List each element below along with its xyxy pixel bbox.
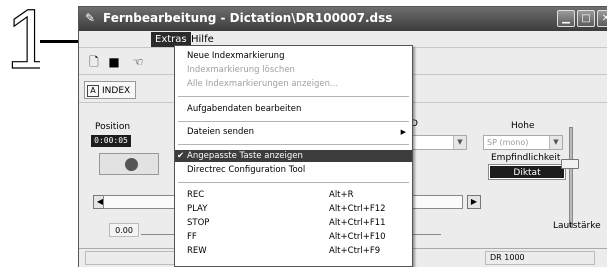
step-number: 1	[5, 2, 40, 76]
close-icon[interactable]: ✕	[597, 10, 607, 27]
volume-slider-handle[interactable]	[561, 159, 579, 169]
pencil-icon: ✎	[85, 11, 96, 25]
menu-item-rew[interactable]: REW Alt+Ctrl+F9	[175, 245, 412, 257]
empfindlichkeit-label: Empfindlichkeit	[491, 153, 561, 163]
menu-separator	[178, 121, 409, 122]
menu-item-directrec-config[interactable]: Directrec Configuration Tool	[175, 164, 412, 176]
hohe-select[interactable]: SP (mono) ▼	[483, 135, 563, 150]
menu-item-ff[interactable]: FF Alt+Ctrl+F10	[175, 231, 412, 243]
menu-separator	[178, 182, 409, 183]
save-icon[interactable]: ■	[105, 53, 123, 71]
menu-item-edit-task-data[interactable]: Aufgabendaten bearbeiten	[175, 103, 412, 115]
index-button[interactable]: A INDEX	[84, 81, 137, 99]
id-select[interactable]: ▼	[409, 135, 467, 150]
extras-menu: Neue Indexmarkierung Indexmarkierung lös…	[174, 45, 413, 267]
menu-item-new-index[interactable]: Neue Indexmarkierung	[175, 50, 412, 62]
new-document-icon[interactable]: 🗋	[85, 53, 103, 71]
record-icon	[125, 158, 138, 171]
menu-separator	[178, 96, 409, 97]
menu-item-show-all-index: Alle Indexmarkierungen anzeigen...	[187, 79, 339, 89]
lautstarke-label: Lautstärke	[553, 221, 601, 231]
menu-item-show-custom-key[interactable]: ✔ Angepasste Taste anzeigen	[175, 150, 412, 162]
hand-icon[interactable]: ☜	[129, 53, 147, 71]
sensitivity-display: Diktat	[488, 164, 566, 180]
menu-item-rec[interactable]: REC Alt+R	[175, 189, 412, 201]
hohe-label: Hohe	[511, 121, 535, 131]
svg-text:1: 1	[6, 2, 40, 76]
status-device: DR 1000	[485, 251, 595, 265]
window-title: Fernbearbeitung - Dictation\DR100007.dss	[103, 11, 393, 25]
index-label: INDEX	[102, 86, 131, 96]
skip-forward-icon[interactable]: ▶	[467, 195, 481, 209]
volume-slider-track[interactable]	[569, 127, 573, 227]
chevron-down-icon: ▼	[549, 136, 562, 149]
title-bar[interactable]: ✎ Fernbearbeitung - Dictation\DR100007.d…	[79, 7, 607, 31]
index-badge: A	[87, 84, 99, 97]
menu-separator	[178, 144, 409, 145]
maximize-icon[interactable]: □	[577, 10, 595, 27]
menu-item-stop[interactable]: STOP Alt+Ctrl+F11	[175, 217, 412, 229]
submenu-arrow-icon: ▶	[400, 128, 406, 136]
position-label: Position	[95, 122, 131, 132]
menu-item-play[interactable]: PLAY Alt+Ctrl+F12	[175, 203, 412, 215]
minimize-icon[interactable]: ▁	[557, 10, 575, 27]
position-display: 0:00:05	[91, 135, 131, 147]
menu-item-send-files[interactable]: Dateien senden ▶	[175, 126, 412, 138]
menu-item-delete-index: Indexmarkierung löschen	[187, 65, 295, 75]
checkmark-icon: ✔	[177, 151, 185, 161]
time-display: 0.00	[109, 223, 139, 237]
chevron-down-icon: ▼	[453, 136, 466, 149]
